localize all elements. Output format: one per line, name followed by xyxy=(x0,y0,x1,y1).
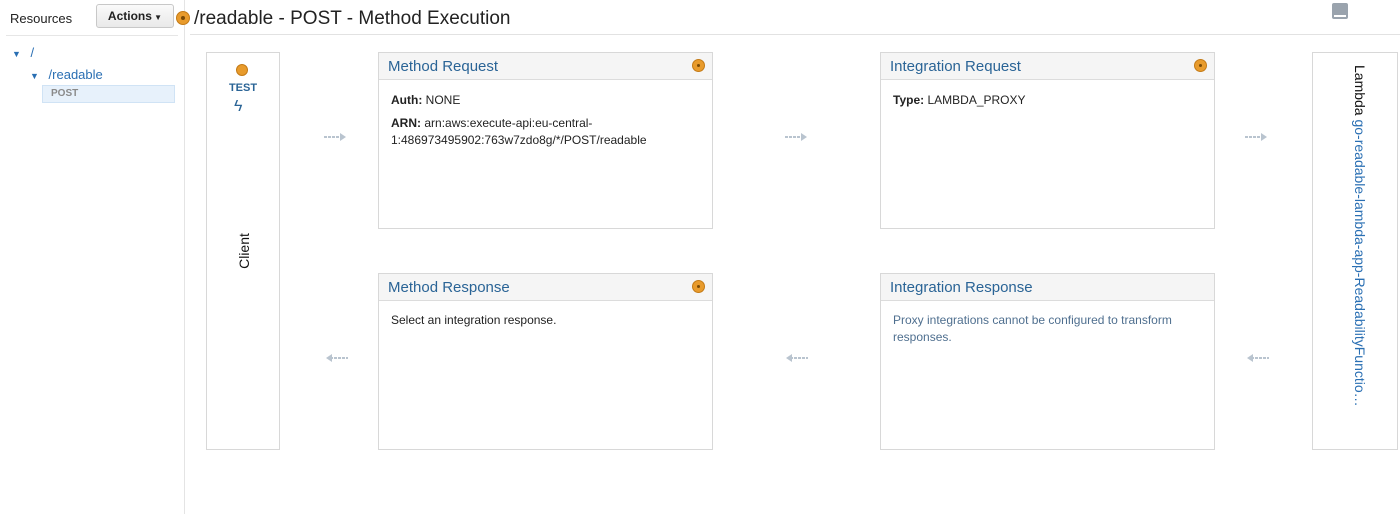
integration-response-body: Proxy integrations cannot be configured … xyxy=(881,301,1214,356)
lambda-prefix: Lambda xyxy=(1352,65,1368,116)
tree-item-post-method[interactable]: POST xyxy=(42,85,175,103)
actions-label: Actions xyxy=(107,9,152,23)
method-response-panel: Method Response Select an integration re… xyxy=(378,273,713,450)
tree-item-label: / xyxy=(30,45,35,60)
gear-icon[interactable] xyxy=(692,59,705,72)
integration-request-body: Type: LAMBDA_PROXY xyxy=(881,80,1214,119)
arrow-left-icon xyxy=(326,354,348,362)
arrow-right-icon xyxy=(1245,133,1267,141)
auth-value: NONE xyxy=(425,93,461,107)
caret-down-icon[interactable]: ▼ xyxy=(30,71,39,81)
gear-icon[interactable] xyxy=(236,64,248,76)
caret-down-icon: ▼ xyxy=(151,13,163,22)
method-response-text: Select an integration response. xyxy=(391,313,557,327)
method-request-panel: Method Request Auth: NONE ARN: arn:aws:e… xyxy=(378,52,713,229)
arrow-right-icon xyxy=(785,133,807,141)
method-response-title[interactable]: Method Response xyxy=(388,279,510,296)
integration-response-header[interactable]: Integration Response xyxy=(881,274,1214,301)
integration-request-panel: Integration Request Type: LAMBDA_PROXY xyxy=(880,52,1215,229)
method-request-body: Auth: NONE ARN: arn:aws:execute-api:eu-c… xyxy=(379,80,712,159)
type-value: LAMBDA_PROXY xyxy=(927,93,1026,107)
method-request-header[interactable]: Method Request xyxy=(379,53,712,80)
arn-value: arn:aws:execute-api:eu-central-1:4869734… xyxy=(391,116,647,147)
resources-label: Resources xyxy=(10,11,73,26)
arrow-left-icon xyxy=(786,354,808,362)
arrow-right-icon xyxy=(324,133,346,141)
test-button[interactable]: TEST xyxy=(222,82,264,94)
gear-icon[interactable] xyxy=(692,280,705,293)
client-label: Client xyxy=(236,233,252,269)
book-icon[interactable] xyxy=(1332,3,1348,19)
method-response-header[interactable]: Method Response xyxy=(379,274,712,301)
tree-item-readable[interactable]: ▼ /readable xyxy=(30,67,103,82)
auth-label: Auth: xyxy=(391,93,423,107)
gear-icon[interactable] xyxy=(176,11,190,25)
caret-down-icon[interactable]: ▼ xyxy=(12,49,21,59)
integration-response-text: Proxy integrations cannot be configured … xyxy=(893,313,1172,344)
tree-item-root[interactable]: ▼ / xyxy=(12,45,34,60)
arn-label: ARN: xyxy=(391,116,421,130)
integration-response-panel: Integration Response Proxy integrations … xyxy=(880,273,1215,450)
arrow-left-icon xyxy=(1247,354,1269,362)
lambda-function-link[interactable]: go-readable-lambda-app-ReadabilityFuncti… xyxy=(1352,119,1368,406)
divider xyxy=(6,35,178,36)
lightning-icon[interactable]: ϟ xyxy=(234,98,242,116)
divider xyxy=(190,34,1400,35)
page-title: /readable - POST - Method Execution xyxy=(194,8,511,29)
integration-request-title[interactable]: Integration Request xyxy=(890,58,1021,75)
tree-item-label: /readable xyxy=(48,67,103,82)
actions-dropdown-button[interactable]: Actions ▼ xyxy=(96,4,174,28)
method-response-body: Select an integration response. xyxy=(379,301,712,339)
method-request-title[interactable]: Method Request xyxy=(388,58,498,75)
gear-icon[interactable] xyxy=(1194,59,1207,72)
type-label: Type: xyxy=(893,93,925,107)
integration-response-title[interactable]: Integration Response xyxy=(890,279,1033,296)
lambda-target: Lambda go-readable-lambda-app-Readabilit… xyxy=(1346,65,1368,437)
integration-request-header[interactable]: Integration Request xyxy=(881,53,1214,80)
